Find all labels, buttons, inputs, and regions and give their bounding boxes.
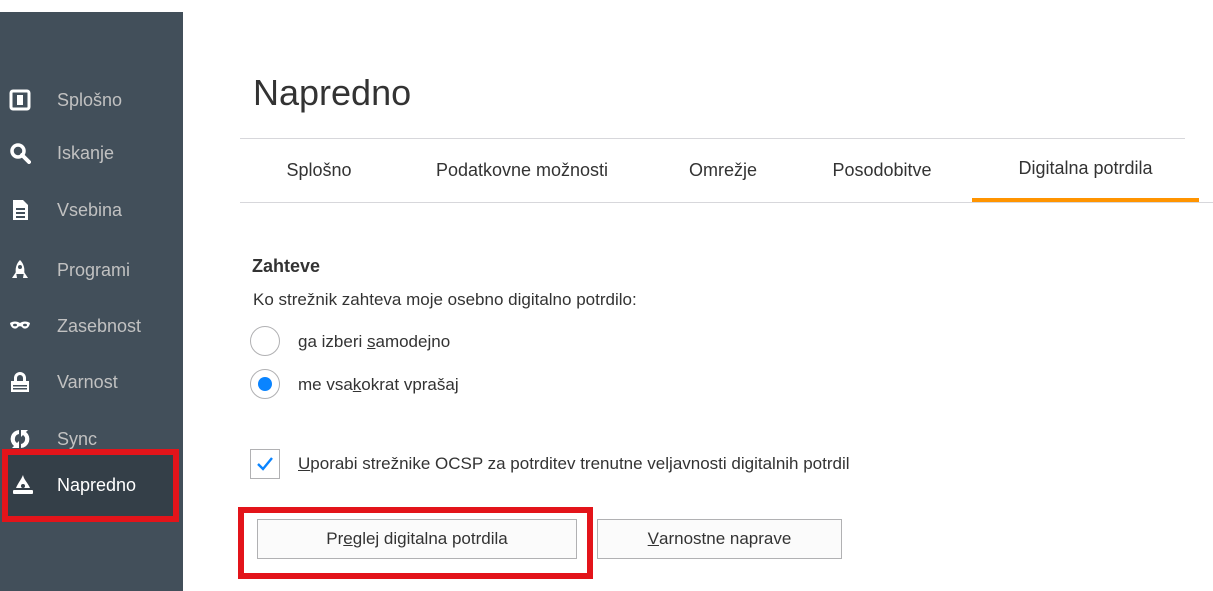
sidebar-item-applications[interactable]: Programi <box>0 248 183 292</box>
tab-network[interactable]: Omrežje <box>668 139 778 202</box>
sidebar-item-label: Sync <box>57 428 98 449</box>
tab-general[interactable]: Splošno <box>264 139 374 202</box>
radio-ask-every-time[interactable] <box>250 369 280 399</box>
section-heading: Zahteve <box>252 256 321 276</box>
tab-updates[interactable]: Posodobitve <box>812 139 952 202</box>
radio-label-select-automatically[interactable]: ga izberi samodejno <box>298 332 450 352</box>
tab-certificates[interactable]: Digitalna potrdila <box>972 139 1199 202</box>
general-icon <box>9 89 31 111</box>
sidebar-item-label: Programi <box>57 259 131 280</box>
view-certificates-button[interactable]: Pr e glej digitalna potrdila <box>257 519 577 559</box>
sidebar-item-label: Varnost <box>57 371 118 392</box>
radio-select-automatically[interactable] <box>250 326 280 356</box>
sidebar-item-label: Zasebnost <box>57 315 142 336</box>
sidebar-item-label: Iskanje <box>57 142 115 163</box>
radio-label-ask-every-time[interactable]: me vsakokrat vprašaj <box>298 375 459 395</box>
sidebar-item-label: Napredno <box>57 474 137 495</box>
sidebar-item-general[interactable]: Splošno <box>0 78 183 122</box>
sidebar-item-content[interactable]: Vsebina <box>0 188 183 232</box>
security-devices-button[interactable]: Varnostne naprave <box>597 519 842 559</box>
sidebar-item-privacy[interactable]: Zasebnost <box>0 304 183 348</box>
sidebar-item-advanced[interactable]: Napredno <box>8 463 169 507</box>
sync-icon <box>9 428 31 450</box>
search-icon <box>9 142 31 164</box>
sidebar-item-label: Splošno <box>57 89 123 110</box>
sidebar-item-security[interactable]: Varnost <box>0 360 183 404</box>
tab-bar: Splošno Podatkovne možnosti Omrežje Poso… <box>240 139 1213 203</box>
tab-data-choices[interactable]: Podatkovne možnosti <box>402 139 642 202</box>
mask-icon <box>9 315 31 337</box>
page-title: Napredno <box>253 72 412 113</box>
wizard-hat-icon <box>12 474 34 496</box>
sidebar-item-search[interactable]: Iskanje <box>0 131 183 175</box>
rocket-icon <box>9 259 31 281</box>
lock-icon <box>9 371 31 393</box>
ocsp-checkbox[interactable] <box>250 449 280 479</box>
sidebar-item-label: Vsebina <box>57 199 123 220</box>
checkmark-icon <box>257 457 273 471</box>
request-question: Ko strežnik zahteva moje osebno digitaln… <box>253 290 637 309</box>
ocsp-checkbox-label[interactable]: Uporabi strežnike OCSP za potrditev tren… <box>298 454 850 474</box>
document-icon <box>9 199 31 221</box>
